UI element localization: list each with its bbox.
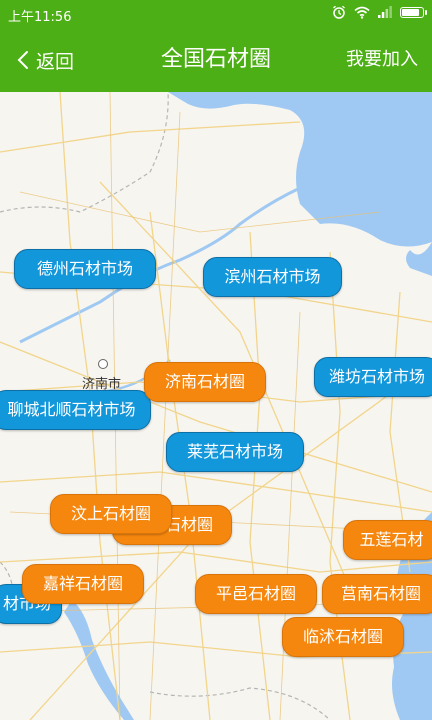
marker-weifang-market[interactable]: 潍坊石材市场 [314, 357, 432, 397]
marker-dezhou-market[interactable]: 德州石材市场 [14, 249, 156, 289]
city-marker-icon [98, 359, 108, 369]
marker-jinan-circle[interactable]: 济南石材圈 [144, 362, 266, 402]
back-label: 返回 [36, 50, 75, 73]
nav-bar: 返回 全国石材圈 我要加入 [0, 28, 432, 92]
status-time: 上午11:56 [8, 10, 72, 25]
alarm-icon [333, 5, 345, 19]
map-view[interactable]: 济南市 德州石材市场 滨州石材市场 潍坊石材市场 聊城北顺石材市场 莱芜石材市场… [0, 92, 432, 720]
marker-linshu-circle[interactable]: 临沭石材圈 [282, 617, 404, 657]
battery-icon [400, 6, 427, 18]
marker-jiaxiang-circle[interactable]: 嘉祥石材圈 [22, 564, 144, 604]
marker-laiwu-market[interactable]: 莱芜石材市场 [166, 432, 304, 472]
marker-wenshang-circle[interactable]: 汶上石材圈 [50, 494, 172, 534]
join-button[interactable]: 我要加入 [346, 44, 418, 76]
status-bar: 上午11:56 [0, 0, 432, 28]
back-button[interactable]: 返回 [16, 44, 74, 76]
marker-binzhou-market[interactable]: 滨州石材市场 [203, 257, 342, 297]
marker-pingyi-circle[interactable]: 平邑石材圈 [195, 574, 317, 614]
marker-junan-circle[interactable]: 莒南石材圈 [322, 574, 432, 614]
marker-liaocheng-market[interactable]: 聊城北顺石材市场 [0, 390, 151, 430]
marker-wulian-circle[interactable]: 五莲石材 [343, 520, 432, 560]
page-title: 全国石材圈 [160, 47, 271, 72]
signal-icon [378, 6, 392, 18]
status-icons [332, 5, 427, 19]
chevron-left-icon [17, 51, 28, 69]
wifi-icon [354, 6, 370, 19]
